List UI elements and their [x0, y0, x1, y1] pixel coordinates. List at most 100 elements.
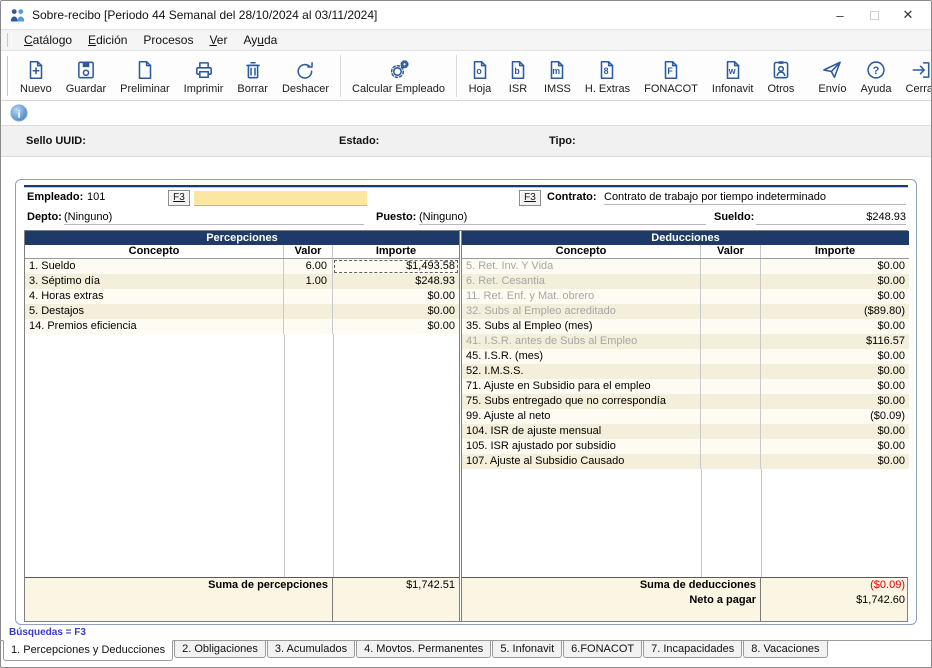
- valor-cell: [701, 319, 761, 334]
- deducciones-row[interactable]: 6. Ret. Cesantia$0.00: [462, 274, 909, 289]
- tipo-label: Tipo:: [549, 135, 576, 147]
- contrato-value-field: Contrato de trabajo por tiempo indetermi…: [604, 190, 906, 205]
- empleado-label: Empleado:: [27, 191, 83, 203]
- doc-letter-icon: m: [545, 58, 569, 82]
- menu-item-procesos[interactable]: Procesos: [135, 31, 201, 49]
- valor-cell: [701, 409, 761, 424]
- empleado-number-field[interactable]: 101: [87, 191, 105, 203]
- deducciones-row[interactable]: 11. Ret. Enf. y Mat. obrero$0.00: [462, 289, 909, 304]
- toolbar-button-label: Envío: [818, 83, 846, 95]
- toolbar-button-label: Ayuda: [861, 83, 892, 95]
- nuevo-button[interactable]: Nuevo: [13, 55, 59, 97]
- deducciones-row[interactable]: 104. ISR de ajuste mensual$0.00: [462, 424, 909, 439]
- info-icon[interactable]: i: [10, 104, 28, 122]
- deducciones-row[interactable]: 45. I.S.R. (mes)$0.00: [462, 349, 909, 364]
- tables-divider: [459, 231, 462, 621]
- empleado-name-field[interactable]: [194, 191, 367, 206]
- deducciones-row[interactable]: 32. Subs al Empleo acreditado($89.80): [462, 304, 909, 319]
- envio-button[interactable]: Envío: [811, 55, 853, 97]
- deducciones-row[interactable]: 75. Subs entregado que no correspondía$0…: [462, 394, 909, 409]
- deducciones-row[interactable]: 107. Ajuste al Subsidio Causado$0.00: [462, 454, 909, 469]
- tab-7-incapacidades[interactable]: 7. Incapacidades: [643, 641, 742, 658]
- tab-8-vacaciones[interactable]: 8. Vacaciones: [743, 641, 827, 658]
- doc-letter-icon: w: [721, 58, 745, 82]
- tab-1-percepciones-y-deducciones[interactable]: 1. Percepciones y Deducciones: [3, 640, 173, 661]
- concepts-tables: Percepciones Deducciones Concepto Valor …: [24, 230, 908, 622]
- valor-cell: [701, 274, 761, 289]
- calcular-empleado-button[interactable]: Calcular Empleado: [345, 55, 452, 97]
- menu-item-ver[interactable]: Ver: [201, 31, 235, 49]
- puesto-value-field: (Ninguno): [419, 210, 706, 225]
- app-icon: [9, 7, 26, 24]
- menu-gripper: [7, 33, 12, 47]
- deducciones-row[interactable]: 5. Ret. Inv. Y Vida$0.00: [462, 259, 909, 274]
- deducciones-row[interactable]: 71. Ajuste en Subsidio para el empleo$0.…: [462, 379, 909, 394]
- valor-cell: 1.00: [284, 274, 333, 289]
- h-extras-button[interactable]: 8H. Extras: [578, 55, 637, 97]
- tab-6-fonacot[interactable]: 6.FONACOT: [563, 641, 642, 658]
- valor-cell: [701, 259, 761, 274]
- app-window: Sobre-recibo [Periodo 44 Semanal del 28/…: [0, 0, 932, 668]
- title-bar: Sobre-recibo [Periodo 44 Semanal del 28/…: [1, 1, 931, 29]
- cerrar-button[interactable]: Cerrar: [899, 55, 932, 97]
- contrato-f3-button[interactable]: F3: [519, 190, 541, 206]
- toolbar-button-label: FONACOT: [644, 83, 698, 95]
- valor-cell: [284, 304, 333, 319]
- percepciones-caption: Percepciones: [25, 231, 459, 245]
- contact-icon: [769, 58, 793, 82]
- fonacot-button[interactable]: F FONACOT: [637, 55, 705, 97]
- percepciones-row[interactable]: 5. Destajos$0.00: [25, 304, 459, 319]
- close-button[interactable]: ✕: [891, 1, 925, 29]
- toolbar-button-label: Guardar: [66, 83, 106, 95]
- svg-text:F: F: [667, 66, 673, 76]
- doc-letter-icon: F: [659, 58, 683, 82]
- importe-cell: $248.93: [333, 274, 459, 289]
- percepciones-row[interactable]: 14. Premios eficiencia$0.00: [25, 319, 459, 334]
- concepto-cell: 3. Séptimo día: [25, 274, 284, 289]
- otros-button[interactable]: Otros: [760, 55, 801, 97]
- maximize-button[interactable]: [857, 1, 891, 29]
- document-status-bar: Sello UUID: Estado: Tipo:: [1, 125, 931, 157]
- menu-item-catalogo[interactable]: Catálogo: [16, 31, 80, 49]
- preliminar-button[interactable]: Preliminar: [113, 55, 177, 97]
- valor-cell: [701, 424, 761, 439]
- deducciones-row[interactable]: 52. I.M.S.S.$0.00: [462, 364, 909, 379]
- deducciones-row[interactable]: 35. Subs al Empleo (mes)$0.00: [462, 319, 909, 334]
- deducciones-row[interactable]: 99. Ajuste al neto($0.09): [462, 409, 909, 424]
- deducciones-row[interactable]: 105. ISR ajustado por subsidio$0.00: [462, 439, 909, 454]
- ayuda-button[interactable]: ?Ayuda: [854, 55, 899, 97]
- borrar-button[interactable]: Borrar: [230, 55, 275, 97]
- percepciones-row[interactable]: 1. Sueldo6.00$1,493.58: [25, 259, 459, 274]
- empleado-f3-button[interactable]: F3: [168, 190, 190, 206]
- imprimir-button[interactable]: Imprimir: [177, 55, 231, 97]
- importe-cell: $0.00: [761, 274, 909, 289]
- percepciones-row[interactable]: 3. Séptimo día1.00$248.93: [25, 274, 459, 289]
- minimize-button[interactable]: –: [823, 1, 857, 29]
- hoja-button[interactable]: oHoja: [461, 55, 499, 97]
- isr-button[interactable]: bISR: [499, 55, 537, 97]
- tab-5-infonavit[interactable]: 5. Infonavit: [492, 641, 562, 658]
- svg-text:w: w: [727, 66, 735, 76]
- percepciones-row[interactable]: 4. Horas extras$0.00: [25, 289, 459, 304]
- tab-4-movtos-permanentes[interactable]: 4. Movtos. Permanentes: [356, 641, 491, 658]
- percepciones-col-importe: Importe: [333, 245, 459, 258]
- guardar-button[interactable]: Guardar: [59, 55, 113, 97]
- depto-label: Depto:: [27, 211, 62, 223]
- concepto-cell: 75. Subs entregado que no correspondía: [462, 394, 701, 409]
- tab-2-obligaciones[interactable]: 2. Obligaciones: [174, 641, 266, 658]
- importe-cell: $0.00: [333, 304, 459, 319]
- menu-item-ayuda[interactable]: Ayuda: [235, 31, 285, 49]
- suma-percepciones-value: $1,742.51: [333, 578, 459, 593]
- infonavit-button[interactable]: wInfonavit: [705, 55, 761, 97]
- concepto-cell: 35. Subs al Empleo (mes): [462, 319, 701, 334]
- trash-icon: [241, 58, 265, 82]
- deshacer-button[interactable]: Deshacer: [275, 55, 336, 97]
- importe-cell: ($89.80): [761, 304, 909, 319]
- imss-button[interactable]: mIMSS: [537, 55, 578, 97]
- deducciones-row[interactable]: 41. I.S.R. antes de Subs al Empleo$116.5…: [462, 334, 909, 349]
- busquedas-hint: Búsquedas = F3: [9, 627, 86, 638]
- tab-3-acumulados[interactable]: 3. Acumulados: [267, 641, 355, 658]
- sueldo-label: Sueldo:: [714, 211, 754, 223]
- menu-item-edicion[interactable]: Edición: [80, 31, 135, 49]
- toolbar-button-label: Imprimir: [184, 83, 224, 95]
